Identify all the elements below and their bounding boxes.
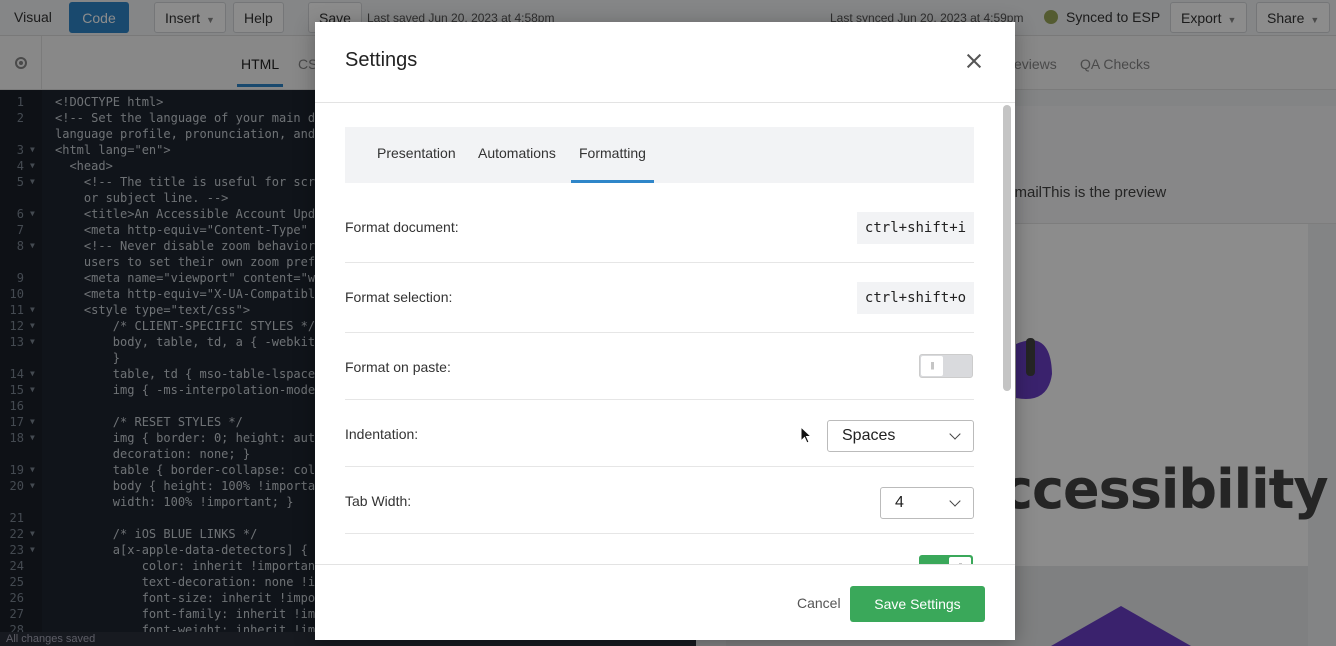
mouse-cursor-icon <box>800 426 812 444</box>
cancel-button[interactable]: Cancel <box>797 595 841 611</box>
format-on-paste-toggle[interactable]: ||| <box>919 354 973 378</box>
tab-width-label: Tab Width: <box>345 493 412 509</box>
tab-formatting[interactable]: Formatting <box>571 145 654 183</box>
tab-width-value: 4 <box>895 494 904 511</box>
format-document-shortcut[interactable]: ctrl+shift+i <box>857 212 974 244</box>
close-icon[interactable] <box>959 46 989 76</box>
indentation-value: Spaces <box>842 427 896 444</box>
chevron-down-icon <box>949 428 961 440</box>
format-selection-label: Format selection: <box>345 289 453 305</box>
format-document-label: Format document: <box>345 219 459 235</box>
chevron-down-icon <box>949 495 961 507</box>
indentation-select[interactable]: Spaces <box>827 420 974 452</box>
row-divider <box>345 332 974 333</box>
next-setting-toggle[interactable]: ||| <box>919 555 973 564</box>
save-settings-button[interactable]: Save Settings <box>850 586 985 622</box>
tab-width-select[interactable]: 4 <box>880 487 974 519</box>
row-divider <box>345 399 974 400</box>
row-divider <box>345 533 974 534</box>
tab-automations[interactable]: Automations <box>478 145 556 161</box>
row-divider <box>345 466 974 467</box>
format-selection-shortcut[interactable]: ctrl+shift+o <box>857 282 974 314</box>
modal-body[interactable]: Presentation Automations Formatting Form… <box>315 103 1015 564</box>
modal-scrollbar[interactable] <box>1003 105 1011 391</box>
tab-presentation[interactable]: Presentation <box>377 145 456 161</box>
settings-modal: Settings Presentation Automations Format… <box>315 22 1015 640</box>
indentation-label: Indentation: <box>345 426 419 442</box>
settings-tabs: Presentation Automations Formatting <box>345 127 974 183</box>
modal-footer: Cancel Save Settings <box>315 564 1015 640</box>
toggle-grip-icon: ||| <box>949 557 971 564</box>
modal-title: Settings <box>345 49 418 71</box>
format-on-paste-label: Format on paste: <box>345 359 451 375</box>
toggle-grip-icon: ||| <box>921 356 943 376</box>
row-divider <box>345 262 974 263</box>
